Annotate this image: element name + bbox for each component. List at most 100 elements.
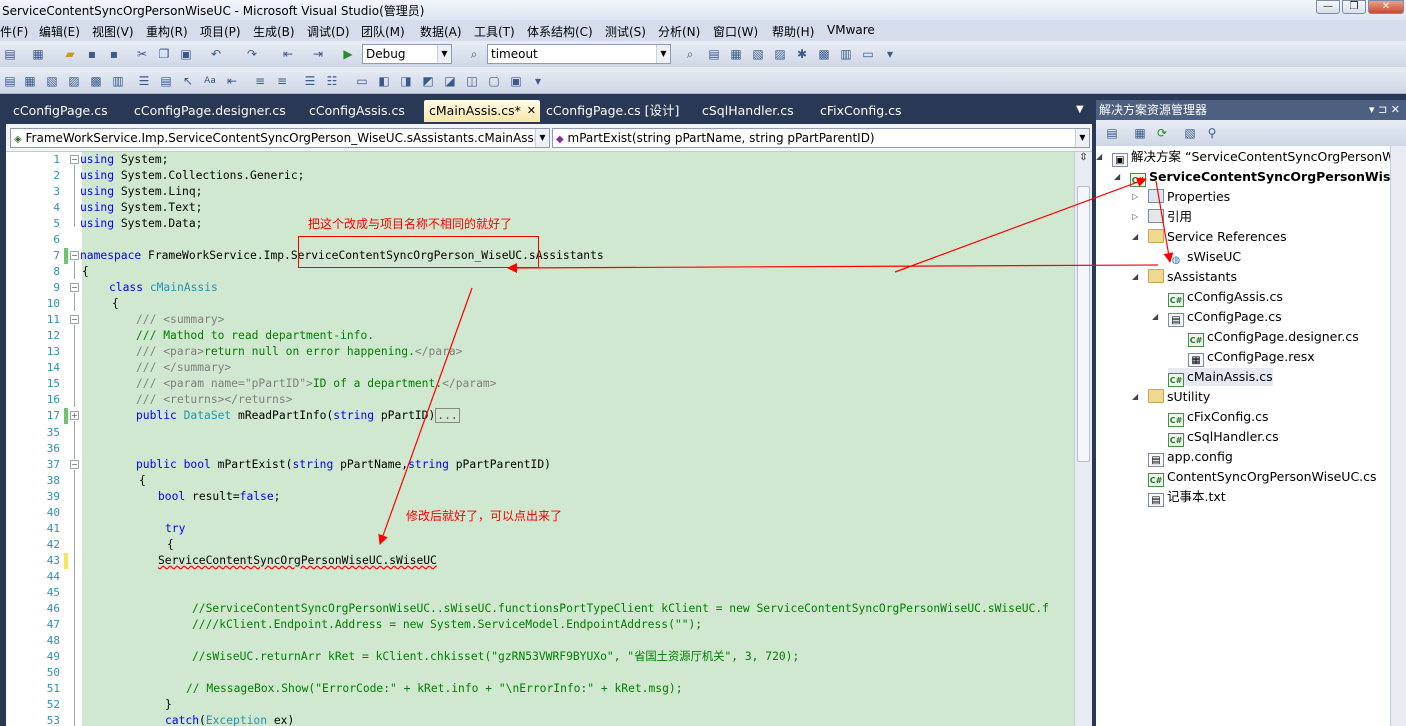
cut-icon[interactable]: ✂: [134, 46, 150, 62]
view-code-icon[interactable]: ▧: [1182, 125, 1198, 141]
menu-debug[interactable]: 调试(D): [307, 23, 350, 40]
save-icon[interactable]: ▪: [84, 46, 100, 62]
tree-item-app-config[interactable]: ▤ app.config: [1148, 448, 1233, 467]
next-bookmark-icon[interactable]: ◨: [398, 73, 414, 89]
tree-item-cmainassis[interactable]: C# cMainAssis.cs: [1168, 368, 1273, 387]
object-members-icon[interactable]: ▤: [2, 73, 18, 89]
extension-manager-icon[interactable]: ▥: [838, 46, 854, 62]
scrollbar-thumb[interactable]: [1077, 186, 1090, 462]
menu-tools[interactable]: 工具(T): [474, 23, 515, 40]
start-debugging-icon[interactable]: ▶: [340, 46, 356, 62]
fold-expand-icon[interactable]: +: [70, 411, 79, 420]
menu-view[interactable]: 视图(V): [92, 23, 134, 40]
fold-toggle-icon[interactable]: −: [70, 460, 79, 469]
tree-item-cconfigassis[interactable]: C# cConfigAssis.cs: [1168, 288, 1283, 307]
collapsed-region[interactable]: ...: [435, 408, 460, 423]
tab-list-icon[interactable]: ▼: [1076, 104, 1084, 115]
display-word-icon[interactable]: ↖: [180, 73, 196, 89]
editor-vertical-scrollbar[interactable]: ⇳: [1074, 152, 1092, 726]
tree-item-sassistants[interactable]: ◢ sAssistants: [1132, 268, 1237, 286]
tree-item-service-references[interactable]: ◢ Service References: [1132, 228, 1287, 246]
collapse-icon[interactable]: ◢: [1152, 308, 1162, 326]
properties-icon[interactable]: ▤: [1104, 125, 1120, 141]
command-window-icon[interactable]: ▭: [860, 46, 876, 62]
display-parameter-icon[interactable]: ▤: [158, 73, 174, 89]
solution-explorer-icon[interactable]: ▤: [706, 46, 722, 62]
open-file-icon[interactable]: ▰: [62, 46, 78, 62]
menu-window[interactable]: 窗口(W): [713, 23, 758, 40]
collapse-icon[interactable]: ◢: [1132, 228, 1142, 246]
fold-toggle-icon[interactable]: −: [70, 283, 79, 292]
expand-icon[interactable]: ▷: [1132, 208, 1142, 226]
fold-toggle-icon[interactable]: −: [70, 315, 79, 324]
indent-decrease-icon[interactable]: ≡: [252, 73, 268, 89]
add-item-icon[interactable]: ▦: [30, 46, 46, 62]
find-icon[interactable]: ⌕: [682, 46, 698, 62]
bookmark-icon[interactable]: ▩: [88, 73, 104, 89]
parameter-info-icon[interactable]: ▦: [22, 73, 38, 89]
tree-item-notepad[interactable]: ▤ 记事本.txt: [1148, 488, 1226, 507]
toolbar-options-icon[interactable]: ▾: [882, 46, 898, 62]
tree-item-references[interactable]: ▷ 引用: [1132, 208, 1192, 226]
outdent-icon[interactable]: ⇤: [224, 73, 240, 89]
clear-bookmark-icon[interactable]: ▥: [110, 73, 126, 89]
menu-architecture[interactable]: 体系结构(C): [527, 23, 593, 40]
tree-item-cconfigpage-resx[interactable]: ▦ cConfigPage.resx: [1188, 348, 1315, 367]
tree-item-cfixconfig[interactable]: C# cFixConfig.cs: [1168, 408, 1269, 427]
code-editor[interactable]: 1 2 3 4 5 6 7 8 9 10 11 12 13 14 15 16 1…: [6, 152, 1092, 726]
class-diagram-icon[interactable]: ⚲: [1204, 125, 1220, 141]
refresh-icon[interactable]: ⟳: [1154, 125, 1170, 141]
show-all-files-icon[interactable]: ▦: [1132, 125, 1148, 141]
collapse-icon[interactable]: ◢: [1114, 168, 1124, 186]
menu-refactor[interactable]: 重构(R): [146, 23, 188, 40]
menu-project[interactable]: 项目(P): [200, 23, 241, 40]
new-project-icon[interactable]: ▤: [2, 46, 18, 62]
member-scope-dropdown[interactable]: ◆ mPartExist(string pPartName, string pP…: [552, 128, 1090, 148]
object-browser-icon[interactable]: ▧: [750, 46, 766, 62]
panel-pin-close-icon[interactable]: ▾ ⊐ ✕: [1369, 100, 1400, 120]
menu-edit[interactable]: 编辑(E): [39, 23, 80, 40]
navigate-backward-icon[interactable]: ⇤: [280, 46, 296, 62]
solution-explorer-scrollbar[interactable]: [1390, 146, 1406, 726]
complete-word-icon-2[interactable]: Aa: [202, 73, 218, 89]
display-list-icon[interactable]: ☰: [136, 73, 152, 89]
tree-item-swiseuc[interactable]: ◍ sWiseUC: [1168, 248, 1242, 266]
restore-button[interactable]: ❐: [1342, 0, 1366, 14]
toolbar-options-icon[interactable]: ▾: [530, 73, 546, 89]
copy-icon[interactable]: ❐: [156, 46, 172, 62]
save-all-icon[interactable]: ▪: [106, 46, 122, 62]
tab-cfixconfig[interactable]: cFixConfig.cs: [820, 100, 902, 122]
next-bookmark-document-icon[interactable]: ▢: [486, 73, 502, 89]
menu-build[interactable]: 生成(B): [253, 23, 295, 40]
complete-word-icon[interactable]: ▨: [66, 73, 82, 89]
menu-help[interactable]: 帮助(H): [772, 23, 814, 40]
menu-vmware[interactable]: VMware: [827, 23, 875, 37]
previous-bookmark-folder-icon[interactable]: ◩: [420, 73, 436, 89]
tree-item-contentsync[interactable]: C# ContentSyncOrgPersonWiseUC.cs: [1148, 468, 1377, 487]
tree-item-csqlhandler[interactable]: C# cSqlHandler.cs: [1168, 428, 1279, 447]
tree-item-properties[interactable]: ▷ Properties: [1132, 188, 1230, 206]
clear-bookmarks-icon[interactable]: ▣: [508, 73, 524, 89]
previous-bookmark-document-icon[interactable]: ◫: [464, 73, 480, 89]
tab-cconfigpage[interactable]: cConfigPage.cs: [13, 100, 108, 122]
tree-item-cconfigpage[interactable]: ◢ ▤ cConfigPage.cs: [1152, 308, 1282, 327]
menu-data[interactable]: 数据(A): [420, 23, 462, 40]
paste-icon[interactable]: ▣: [178, 46, 194, 62]
start-page-icon[interactable]: ▩: [816, 46, 832, 62]
tree-solution-root[interactable]: ◢ ▣ 解决方案 “ServiceContentSyncOrgPersonWise: [1096, 148, 1390, 167]
find-in-files-icon[interactable]: ⌕: [466, 46, 482, 62]
collapse-icon[interactable]: ◢: [1132, 388, 1142, 406]
indent-increase-icon[interactable]: ≡: [274, 73, 290, 89]
fold-toggle-icon[interactable]: −: [70, 155, 79, 164]
tab-cconfigpage-design[interactable]: cConfigPage.cs [设计]: [546, 100, 679, 122]
tree-item-cconfigpage-designer[interactable]: C# cConfigPage.designer.cs: [1188, 328, 1359, 347]
tab-cconfigassis[interactable]: cConfigAssis.cs: [309, 100, 405, 122]
tab-cmainassis[interactable]: cMainAssis.cs* ✕: [424, 100, 540, 122]
toggle-bookmark-icon[interactable]: ▭: [354, 73, 370, 89]
tree-project[interactable]: ◢C#ServiceContentSyncOrgPersonWiseUC: [1114, 168, 1390, 187]
properties-window-icon[interactable]: ▦: [728, 46, 744, 62]
close-button[interactable]: ✕: [1368, 0, 1404, 14]
collapse-icon[interactable]: ◢: [1132, 268, 1142, 286]
menu-analyze[interactable]: 分析(N): [658, 23, 700, 40]
expand-icon[interactable]: ▷: [1132, 188, 1142, 206]
